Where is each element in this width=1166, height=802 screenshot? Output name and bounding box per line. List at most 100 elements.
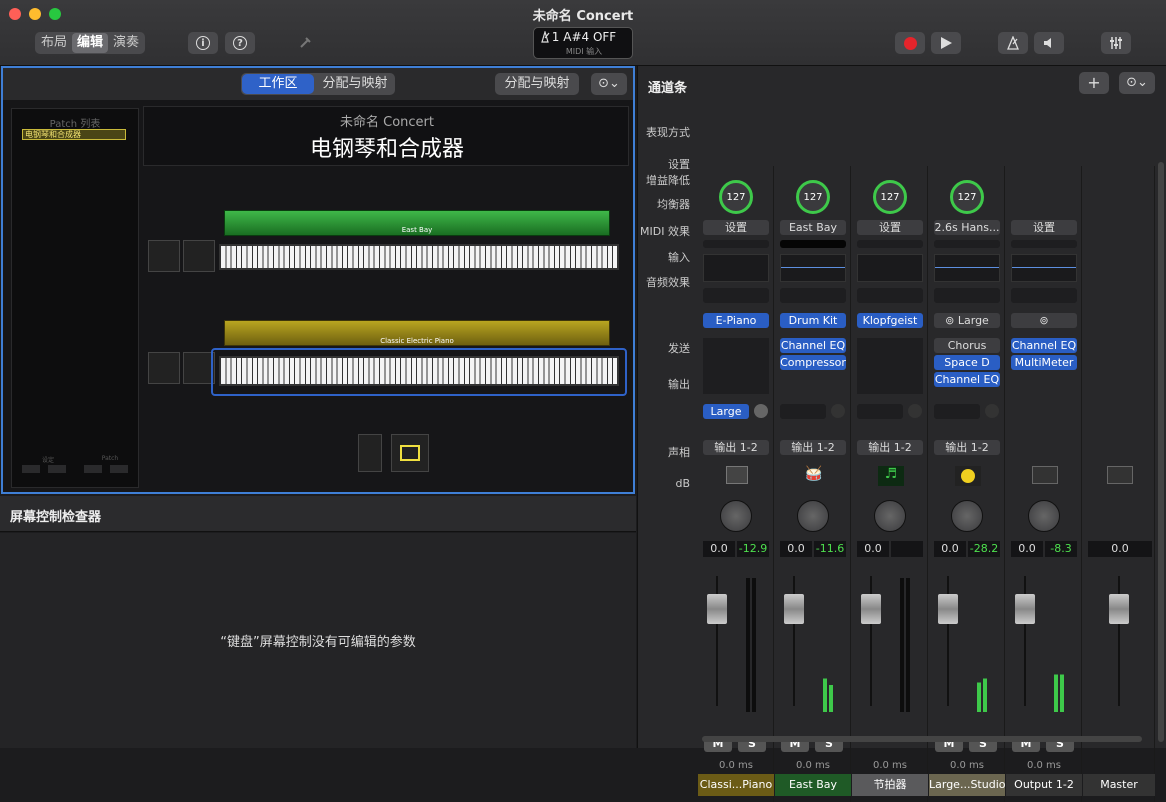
pitch-wheel[interactable] — [148, 352, 180, 384]
volume-value[interactable]: 0.0 — [857, 541, 889, 557]
volume-display-knob[interactable]: 127 — [796, 180, 830, 214]
midi-fx-slot[interactable] — [703, 288, 769, 303]
keyboard-range-classic-ep[interactable]: Classic Electric Piano — [224, 320, 610, 346]
audio-fx-slot[interactable]: Chorus — [934, 338, 1000, 353]
channel-name[interactable]: Master — [1083, 774, 1155, 796]
segment-layout[interactable]: 布局 — [36, 33, 72, 53]
tab-workspace[interactable]: 工作区 — [242, 74, 314, 94]
input-button[interactable]: E-Piano — [703, 313, 769, 328]
audio-fx-slot[interactable]: Compressor — [780, 355, 846, 370]
segment-edit[interactable]: 编辑 — [72, 33, 109, 53]
setting-button[interactable]: 设置 — [1011, 220, 1077, 235]
peak-value[interactable]: -8.3 — [1045, 541, 1077, 557]
setting-button[interactable]: 设置 — [703, 220, 769, 235]
input-button[interactable]: Drum Kit — [780, 313, 846, 328]
more-options-button[interactable]: ⊙⌄ — [591, 73, 627, 95]
mixer-button[interactable] — [1101, 32, 1131, 54]
mapping-button[interactable]: 分配与映射 — [495, 73, 579, 95]
horizontal-scrollbar[interactable] — [702, 736, 1142, 742]
sustain-pedal[interactable] — [391, 434, 429, 472]
speaker-button[interactable] — [1034, 32, 1064, 54]
send-level-knob[interactable] — [985, 404, 999, 418]
volume-display-knob[interactable]: 127 — [873, 180, 907, 214]
peak-value[interactable]: -12.9 — [737, 541, 769, 557]
output-button[interactable]: 输出 1-2 — [703, 440, 769, 455]
audio-fx-slot[interactable]: Channel EQ — [780, 338, 846, 353]
send-slot[interactable] — [857, 404, 903, 419]
patch-item[interactable]: 电钢琴和合成器 — [22, 129, 126, 140]
send-level-knob[interactable] — [908, 404, 922, 418]
expression-pedal[interactable] — [358, 434, 382, 472]
volume-fader[interactable] — [938, 594, 958, 624]
record-button[interactable] — [895, 32, 925, 54]
volume-value[interactable]: 0.0 — [934, 541, 966, 557]
volume-value[interactable]: 0.0 — [703, 541, 735, 557]
peak-value[interactable]: -28.2 — [968, 541, 1000, 557]
metronome-button[interactable] — [998, 32, 1028, 54]
pan-knob[interactable] — [797, 500, 829, 532]
eq-display[interactable] — [1011, 254, 1077, 282]
slot[interactable] — [48, 465, 66, 473]
play-button[interactable] — [931, 32, 961, 54]
volume-value[interactable]: 0.0 — [780, 541, 812, 557]
keyboard-east-bay[interactable] — [219, 244, 619, 270]
eq-display[interactable] — [703, 254, 769, 282]
midi-fx-slot[interactable] — [1011, 288, 1077, 303]
channel-name[interactable]: Large...Studio — [929, 774, 1005, 796]
input-button[interactable]: Klopfgeist — [857, 313, 923, 328]
keyboard-classic-ep[interactable] — [219, 356, 619, 386]
add-channel-button[interactable]: + — [1079, 72, 1109, 94]
eq-display[interactable] — [934, 254, 1000, 282]
pan-knob[interactable] — [1028, 500, 1060, 532]
channel-name[interactable]: Classi...Piano — [698, 774, 774, 796]
send-slot[interactable] — [934, 404, 980, 419]
send-level-knob[interactable] — [831, 404, 845, 418]
channel-name[interactable]: Output 1-2 — [1006, 774, 1082, 796]
info-button[interactable]: i — [188, 32, 218, 54]
pan-knob[interactable] — [951, 500, 983, 532]
help-button[interactable]: ? — [225, 32, 255, 54]
midi-fx-slot[interactable] — [857, 288, 923, 303]
vertical-scrollbar[interactable] — [1158, 162, 1164, 742]
setting-button[interactable]: 2.6s Hans... — [934, 220, 1000, 235]
tab-mapping[interactable]: 分配与映射 — [317, 74, 393, 94]
output-button[interactable]: 输出 1-2 — [780, 440, 846, 455]
volume-display-knob[interactable]: 127 — [950, 180, 984, 214]
send-button[interactable]: Large — [703, 404, 749, 419]
volume-fader[interactable] — [1015, 594, 1035, 624]
volume-display-knob[interactable]: 127 — [719, 180, 753, 214]
send-level-knob[interactable] — [754, 404, 768, 418]
midi-fx-slot[interactable] — [780, 288, 846, 303]
mixer-options-button[interactable]: ⊙⌄ — [1119, 72, 1155, 94]
slot[interactable] — [84, 465, 102, 473]
volume-value[interactable]: 0.0 — [1088, 541, 1152, 557]
volume-value[interactable]: 0.0 — [1011, 541, 1043, 557]
setting-button[interactable]: East Bay — [780, 220, 846, 235]
input-button[interactable]: ⊚ — [1011, 313, 1077, 328]
setting-button[interactable]: 设置 — [857, 220, 923, 235]
pan-knob[interactable] — [874, 500, 906, 532]
audio-fx-slot[interactable]: Space D — [934, 355, 1000, 370]
volume-fader[interactable] — [861, 594, 881, 624]
mode-segmented-control[interactable]: 布局 编辑 演奏 — [35, 32, 146, 54]
midi-fx-slot[interactable] — [934, 288, 1000, 303]
channel-name[interactable]: East Bay — [775, 774, 851, 796]
audio-fx-area[interactable] — [857, 338, 923, 394]
lcd-display[interactable]: 1 A#4 OFF MIDI 输入 — [533, 27, 633, 59]
audio-fx-slot[interactable]: MultiMeter — [1011, 355, 1077, 370]
peak-value[interactable] — [891, 541, 923, 557]
volume-fader[interactable] — [1109, 594, 1129, 624]
segment-perform[interactable]: 演奏 — [108, 33, 144, 53]
eq-display[interactable] — [780, 254, 846, 282]
send-slot[interactable] — [780, 404, 826, 419]
pitch-wheel[interactable] — [148, 240, 180, 272]
audio-fx-area[interactable] — [703, 338, 769, 394]
pan-knob[interactable] — [720, 500, 752, 532]
mod-wheel[interactable] — [183, 240, 215, 272]
volume-fader[interactable] — [707, 594, 727, 624]
eq-display[interactable] — [857, 254, 923, 282]
input-button[interactable]: ⊚ Large — [934, 313, 1000, 328]
slot[interactable] — [110, 465, 128, 473]
slot[interactable] — [22, 465, 40, 473]
output-button[interactable]: 输出 1-2 — [857, 440, 923, 455]
